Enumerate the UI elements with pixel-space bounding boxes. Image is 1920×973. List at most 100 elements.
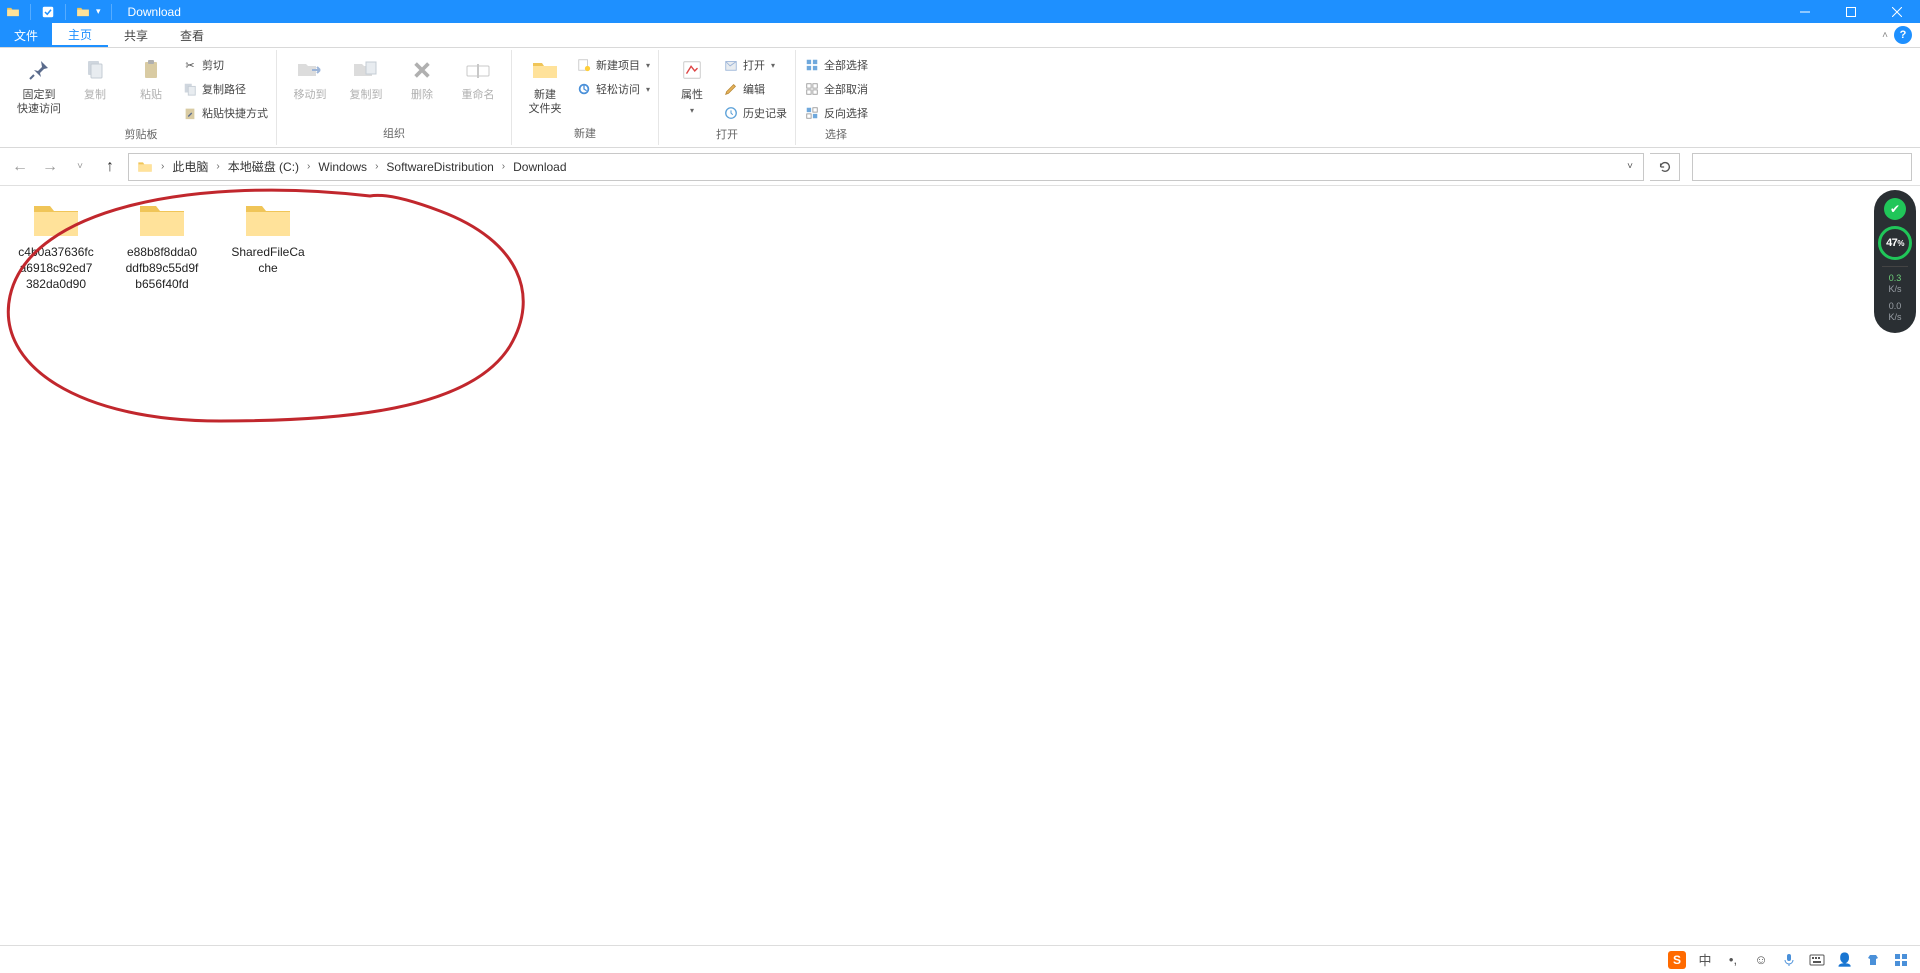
copy-path-button[interactable]: 复制路径: [182, 78, 268, 100]
pin-quickaccess-button[interactable]: 固定到 快速访问: [14, 52, 64, 116]
ribbon: 固定到 快速访问 复制 粘贴 ✂剪切 复制路径 粘贴快捷方式 剪贴板 移动到: [0, 48, 1920, 148]
easy-access-icon: [576, 81, 592, 97]
properties-button[interactable]: 属性 ▾: [667, 52, 717, 118]
group-label-new: 新建: [520, 123, 650, 145]
system-monitor-widget[interactable]: ✔ 47% 0.3 K/s 0.0 K/s: [1874, 190, 1916, 333]
chevron-right-icon[interactable]: ›: [157, 161, 168, 172]
address-dropdown-icon[interactable]: ˅: [1627, 161, 1633, 172]
easy-access-button[interactable]: 轻松访问▾: [576, 78, 650, 100]
folder-item[interactable]: SharedFileCache: [230, 200, 306, 276]
ime-lang[interactable]: 中: [1696, 951, 1714, 969]
paste-shortcut-button[interactable]: 粘贴快捷方式: [182, 102, 268, 124]
chevron-right-icon[interactable]: ›: [498, 161, 509, 172]
copy-to-button[interactable]: 复制到: [341, 52, 391, 102]
address-bar[interactable]: › 此电脑 › 本地磁盘 (C:) › Windows › SoftwareDi…: [128, 153, 1644, 181]
select-none-button[interactable]: 全部取消: [804, 78, 868, 100]
new-folder-button[interactable]: 新建 文件夹: [520, 52, 570, 116]
folder-icon: [244, 200, 292, 240]
breadcrumb-item-4[interactable]: Download: [509, 154, 570, 180]
ime-toolbox-icon[interactable]: [1892, 951, 1910, 969]
pin-label: 固定到 快速访问: [17, 88, 61, 116]
breadcrumb-root-icon[interactable]: [133, 154, 157, 180]
file-view[interactable]: c4b0a37636fca6918c92ed7382da0d90 e88b8f8…: [0, 186, 1920, 945]
breadcrumb-item-0[interactable]: 此电脑: [168, 154, 212, 180]
history-button[interactable]: 历史记录: [723, 102, 787, 124]
refresh-button[interactable]: [1650, 153, 1680, 181]
chevron-right-icon[interactable]: ›: [371, 161, 382, 172]
maximize-button[interactable]: [1828, 0, 1874, 23]
qat-folder-icon[interactable]: [76, 5, 90, 19]
ribbon-tab-row: 文件 主页 共享 查看 ˄ ?: [0, 23, 1920, 48]
qat-checkbox-icon[interactable]: [41, 5, 55, 19]
breadcrumb-item-2[interactable]: Windows: [314, 154, 371, 180]
breadcrumb-item-3[interactable]: SoftwareDistribution: [382, 154, 497, 180]
move-to-icon: [294, 54, 326, 86]
new-folder-icon: [529, 54, 561, 86]
group-label-clipboard: 剪贴板: [14, 124, 268, 146]
copy-to-label: 复制到: [350, 88, 383, 102]
close-button[interactable]: [1874, 0, 1920, 23]
folder-item[interactable]: e88b8f8dda0ddfb89c55d9fb656f40fd: [124, 200, 200, 292]
chevron-right-icon[interactable]: ›: [303, 161, 314, 172]
minimize-button[interactable]: [1782, 0, 1828, 23]
tab-share[interactable]: 共享: [108, 23, 164, 47]
paste-icon: [135, 54, 167, 86]
ime-user-icon[interactable]: 👤: [1836, 951, 1854, 969]
move-to-label: 移动到: [294, 88, 327, 102]
ribbon-group-select: 全部选择 全部取消 反向选择 选择: [796, 50, 876, 145]
forward-button[interactable]: →: [38, 155, 62, 179]
ime-emoji-icon[interactable]: ☺: [1752, 951, 1770, 969]
cut-button[interactable]: ✂剪切: [182, 54, 268, 76]
move-to-button[interactable]: 移动到: [285, 52, 335, 102]
edit-icon: [723, 81, 739, 97]
new-item-button[interactable]: 新建项目▾: [576, 54, 650, 76]
tab-home[interactable]: 主页: [52, 23, 108, 47]
copy-button[interactable]: 复制: [70, 52, 120, 102]
folder-item[interactable]: c4b0a37636fca6918c92ed7382da0d90: [18, 200, 94, 292]
collapse-ribbon-icon[interactable]: ˄: [1882, 30, 1888, 41]
rename-label: 重命名: [462, 88, 495, 102]
group-label-select: 选择: [804, 124, 868, 146]
file-tab[interactable]: 文件: [0, 23, 52, 47]
select-none-icon: [804, 81, 820, 97]
open-button[interactable]: 打开▾: [723, 54, 787, 76]
ribbon-group-clipboard: 固定到 快速访问 复制 粘贴 ✂剪切 复制路径 粘贴快捷方式 剪贴板: [6, 50, 277, 145]
copy-icon: [79, 54, 111, 86]
properties-icon: [676, 54, 708, 86]
invert-selection-button[interactable]: 反向选择: [804, 102, 868, 124]
ribbon-group-open: 属性 ▾ 打开▾ 编辑 历史记录 打开: [659, 50, 796, 145]
title-bar: ▾ Download: [0, 0, 1920, 23]
delete-label: 删除: [411, 88, 433, 102]
new-item-icon: [576, 57, 592, 73]
search-input[interactable]: [1692, 153, 1912, 181]
ime-punct-icon[interactable]: •,: [1724, 951, 1742, 969]
breadcrumb-item-1[interactable]: 本地磁盘 (C:): [224, 154, 303, 180]
folder-name: c4b0a37636fca6918c92ed7382da0d90: [18, 244, 94, 292]
qat-dropdown-icon[interactable]: ▾: [96, 6, 101, 17]
folder-name: e88b8f8dda0ddfb89c55d9fb656f40fd: [124, 244, 200, 292]
tab-view[interactable]: 查看: [164, 23, 220, 47]
select-all-button[interactable]: 全部选择: [804, 54, 868, 76]
copy-to-icon: [350, 54, 382, 86]
delete-button[interactable]: 删除: [397, 52, 447, 102]
edit-button[interactable]: 编辑: [723, 78, 787, 100]
net-down: 0.0 K/s: [1888, 301, 1901, 323]
net-up: 0.3 K/s: [1888, 273, 1901, 295]
chevron-right-icon[interactable]: ›: [212, 161, 223, 172]
scissors-icon: ✂: [182, 57, 198, 73]
back-button[interactable]: ←: [8, 155, 32, 179]
ime-keyboard-icon[interactable]: [1808, 951, 1826, 969]
app-folder-icon: [6, 5, 20, 19]
folder-icon: [138, 200, 186, 240]
new-folder-label: 新建 文件夹: [529, 88, 562, 116]
group-label-open: 打开: [667, 124, 787, 146]
up-button[interactable]: ↑: [98, 155, 122, 179]
recent-dropdown[interactable]: ˅: [68, 155, 92, 179]
ime-skin-icon[interactable]: [1864, 951, 1882, 969]
help-icon[interactable]: ?: [1894, 26, 1912, 44]
ime-mic-icon[interactable]: [1780, 951, 1798, 969]
paste-button[interactable]: 粘贴: [126, 52, 176, 102]
ribbon-group-new: 新建 文件夹 新建项目▾ 轻松访问▾ 新建: [512, 50, 659, 145]
rename-button[interactable]: 重命名: [453, 52, 503, 102]
ime-logo-icon[interactable]: S: [1668, 951, 1686, 969]
